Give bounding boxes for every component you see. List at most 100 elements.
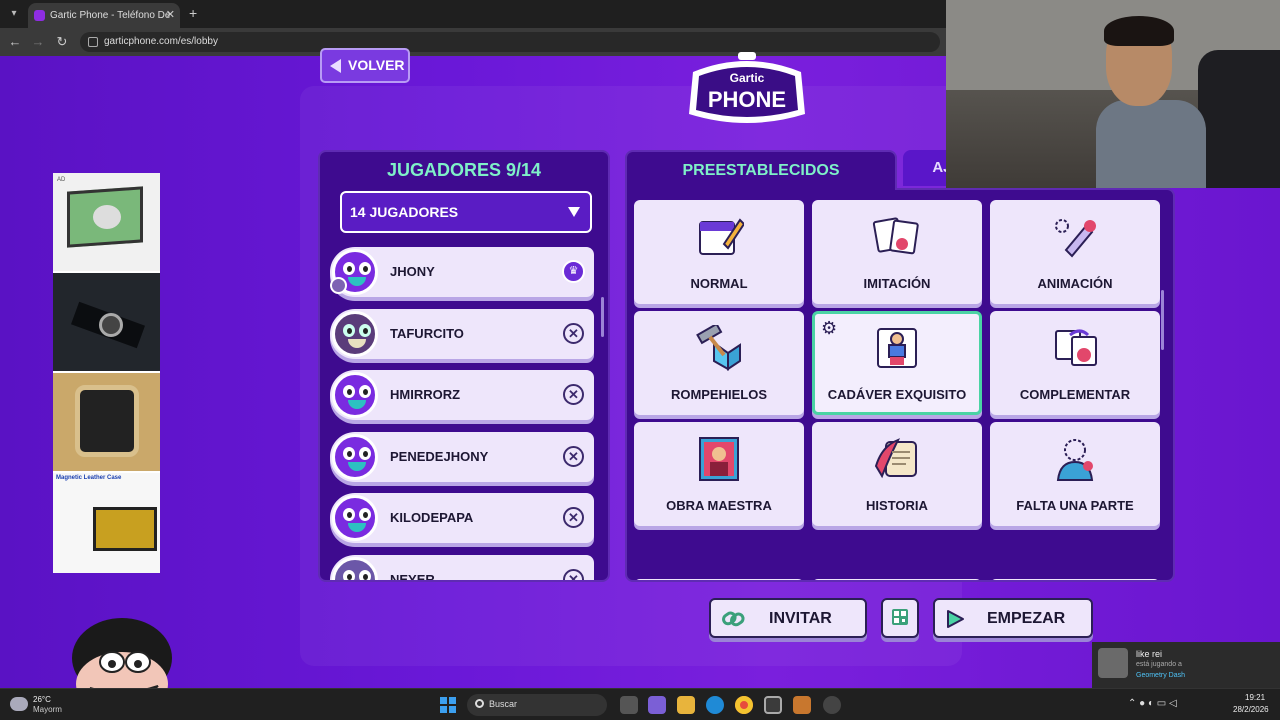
ad-watch-wrist[interactable] [53, 273, 160, 371]
ad-watch-image [75, 385, 139, 457]
invite-label: INVITAR [769, 610, 832, 627]
player-row: HMIRRORZ ✕ [330, 370, 594, 420]
tab-presets[interactable]: PREESTABLECIDOS [625, 150, 897, 190]
card-label: OBRA MAESTRA [666, 498, 772, 513]
card-label: CADÁVER EXQUISITO [827, 387, 967, 402]
chrome-icon[interactable] [735, 696, 753, 714]
tab-search-icon[interactable]: ▾ [6, 6, 22, 22]
animation-pen-icon [1055, 219, 1096, 258]
next-row-card-edge [812, 579, 982, 580]
kick-player-close-icon[interactable]: ✕ [563, 507, 584, 528]
ad-column: AD Magnetic Leather Case [53, 173, 160, 573]
player-name: JHONY [390, 264, 435, 279]
url-field[interactable]: garticphone.com/es/lobby [80, 32, 940, 52]
presets-scrollbar[interactable] [1161, 290, 1164, 350]
avatar [332, 434, 378, 480]
kick-player-close-icon[interactable]: ✕ [563, 323, 584, 344]
edge-icon[interactable] [706, 696, 724, 714]
copilot-icon[interactable] [648, 696, 666, 714]
ad-portable-monitor[interactable]: AD [53, 173, 160, 271]
max-players-select[interactable]: 14 JUGADORES [340, 191, 592, 233]
card-label: ROMPEHIELOS [670, 387, 768, 402]
avatar [332, 372, 378, 418]
card-label: IMITACIÓN [863, 276, 931, 291]
avatar [332, 557, 378, 580]
scroll-quill-icon [874, 438, 917, 479]
preset-card-complement[interactable]: COMPLEMENTAR [990, 311, 1160, 415]
next-row-card-edge [634, 579, 804, 580]
card-label: HISTORIA [866, 498, 928, 513]
play-icon [947, 610, 964, 628]
settings-icon[interactable] [823, 696, 841, 714]
reload-icon[interactable]: ↻ [53, 33, 71, 51]
forward-arrow-icon[interactable]: → [29, 33, 47, 51]
players-scrollbar[interactable] [601, 297, 604, 337]
kick-player-close-icon[interactable]: ✕ [563, 446, 584, 467]
invite-button[interactable]: INVITAR [709, 598, 867, 638]
game-mode-area: AJUSTES PERSONALIZADOS NORMAL IMITACIÓN … [625, 150, 1175, 582]
ad-case-text: Magnetic Leather Case [56, 475, 122, 481]
logo-bottom-text: PHONE [708, 87, 786, 112]
next-row-card-edge [990, 579, 1160, 580]
preset-card-story[interactable]: HISTORIA [812, 422, 982, 526]
system-tray-icons[interactable]: ⌃ ● ◐ ▭ ◁ [1128, 698, 1177, 709]
card-label: FALTA UNA PARTE [1016, 498, 1134, 513]
ad-gold-watch[interactable] [53, 373, 160, 471]
player-name: PENEDEJHONY [390, 449, 489, 464]
crown-icon: ♛ [562, 260, 585, 283]
calendar-pencil-icon [699, 218, 744, 255]
game-app-icon[interactable] [793, 696, 811, 714]
preset-card-imitation[interactable]: IMITACIÓN [812, 200, 982, 304]
back-arrow-icon[interactable]: ← [6, 33, 24, 51]
kick-player-close-icon[interactable]: ✕ [563, 384, 584, 405]
clock-time: 19:21 [1245, 693, 1266, 702]
cards-icon [872, 217, 919, 255]
tab-close-icon[interactable]: ✕ [166, 3, 175, 28]
back-triangle-icon [330, 59, 341, 73]
presets-panel: NORMAL IMITACIÓN ANIMACIÓN ROMPEHIELOS ⚙… [625, 188, 1175, 582]
player-row: KILODEPAPA ✕ [330, 493, 594, 543]
preset-card-normal[interactable]: NORMAL [634, 200, 804, 304]
taskbar-search[interactable]: Buscar [467, 694, 607, 716]
complement-icon [1055, 329, 1097, 366]
card-label: NORMAL [690, 276, 748, 291]
preset-card-masterpiece[interactable]: OBRA MAESTRA [634, 422, 804, 526]
gear-icon[interactable]: ⚙ [821, 318, 837, 339]
ad-leather-case[interactable]: Magnetic Leather Case [53, 473, 160, 573]
ad-watch-face-image [99, 313, 123, 337]
store-icon[interactable] [764, 696, 782, 714]
start-label: EMPEZAR [987, 610, 1066, 627]
task-view-icon[interactable] [620, 696, 638, 714]
ad-cat-image [93, 205, 121, 229]
search-icon [475, 699, 484, 708]
qr-code-button[interactable] [881, 598, 919, 638]
player-row: NEYER ✕ [330, 555, 594, 580]
file-explorer-icon[interactable] [677, 696, 695, 714]
site-info-icon[interactable] [88, 37, 98, 47]
card-label: COMPLEMENTAR [1019, 387, 1131, 402]
logo-top-text: Gartic [730, 71, 765, 85]
preset-card-icebreaker[interactable]: ROMPEHIELOS [634, 311, 804, 415]
friend-activity-toast[interactable]: like rei está jugando a Geometry Dash [1092, 642, 1280, 688]
ad-tablet-image [93, 507, 157, 551]
back-button[interactable]: VOLVER [320, 48, 410, 83]
new-tab-icon[interactable]: + [189, 5, 197, 21]
qr-code-icon [892, 609, 908, 625]
browser-tab[interactable]: Gartic Phone - Teléfono De ✕ [28, 3, 180, 28]
avatar [332, 495, 378, 541]
kick-player-close-icon[interactable]: ✕ [563, 569, 584, 580]
preset-card-missing-piece[interactable]: FALTA UNA PARTE [990, 422, 1160, 526]
windows-start-icon[interactable] [440, 697, 456, 713]
player-name: TAFURCITO [390, 326, 464, 341]
back-label: VOLVER [348, 57, 405, 73]
preset-card-animation[interactable]: ANIMACIÓN [990, 200, 1160, 304]
start-button[interactable]: EMPEZAR [933, 598, 1093, 638]
player-name: KILODEPAPA [390, 510, 474, 525]
gartic-favicon-icon [34, 10, 45, 21]
avatar [1098, 648, 1128, 678]
avatar [332, 311, 378, 357]
max-players-value: 14 JUGADORES [350, 204, 459, 220]
chevron-down-icon [568, 207, 580, 217]
search-label: Buscar [489, 699, 518, 709]
preset-card-exquisite-corpse[interactable]: ⚙ CADÁVER EXQUISITO [812, 311, 982, 415]
